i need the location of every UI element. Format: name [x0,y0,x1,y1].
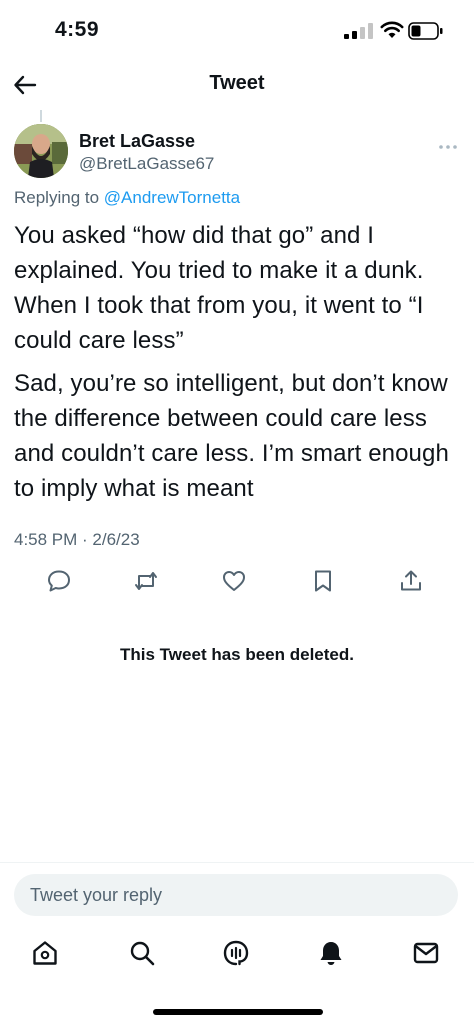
bookmark-icon [315,570,331,592]
status-time: 4:59 [55,18,100,41]
battery-icon [408,22,444,40]
wifi-icon [380,20,404,40]
home-icon [33,941,57,965]
home-indicator [153,1009,323,1015]
retweet-button[interactable] [133,568,163,598]
like-icon [223,571,245,591]
reply-button[interactable] [46,568,76,598]
tweet-timestamp[interactable]: 4:58 PM · 2/6/23 [14,530,140,550]
replying-to-mention-link[interactable]: @AndrewTornetta [104,188,240,207]
spaces-icon [223,940,249,966]
author-handle[interactable]: @BretLaGasse67 [79,154,214,174]
divider [0,862,474,863]
avatar[interactable] [14,124,68,178]
nav-home[interactable] [31,939,61,969]
like-button[interactable] [221,568,251,598]
nav-messages[interactable] [412,939,442,969]
nav-spaces[interactable] [222,939,252,969]
reply-icon [48,570,70,592]
author-name[interactable]: Bret LaGasse [79,131,195,152]
nav-notifications[interactable] [317,939,347,969]
thread-connector-line [40,110,42,122]
reply-box[interactable] [14,874,458,916]
bookmark-button[interactable] [310,568,340,598]
messages-icon [413,942,439,964]
deleted-tweet-notice: This Tweet has been deleted. [120,645,354,664]
nav-search[interactable] [128,939,158,969]
share-button[interactable] [398,568,428,598]
retweet-icon [135,572,157,590]
tweet-text-paragraph: Sad, you’re so intelligent, but don’t kn… [14,370,449,502]
share-icon [401,570,421,591]
page-title: Tweet [209,72,265,94]
reply-input[interactable] [14,874,430,916]
notifications-icon [320,942,342,965]
search-icon [130,941,155,966]
more-options-icon[interactable] [438,138,458,149]
replying-to: Replying to @AndrewTornetta [14,188,240,208]
cellular-signal-icon [344,23,374,39]
tweet-text-paragraph: You asked “how did that go” and I explai… [14,222,424,354]
replying-to-label: Replying to [14,188,104,207]
